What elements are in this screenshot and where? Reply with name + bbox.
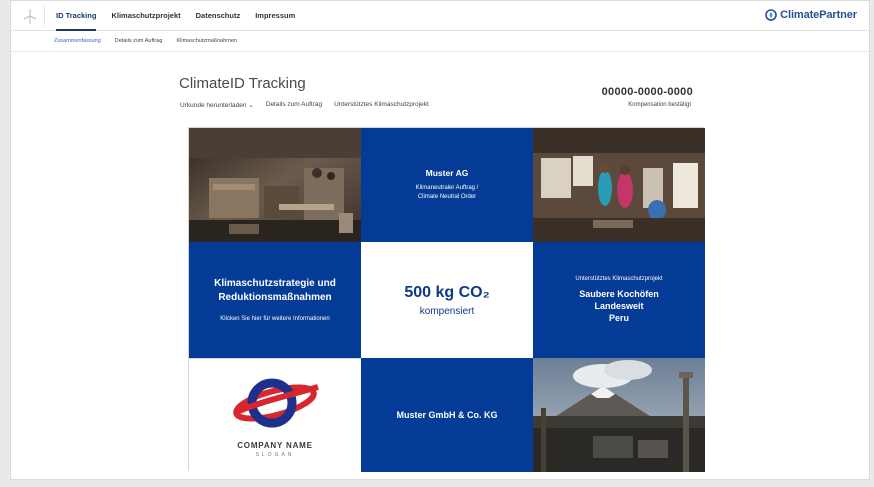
- tile-company-order[interactable]: Muster AG Klimaneutraler Auftrag / Clima…: [361, 128, 533, 242]
- gmbh-name: Muster GmbH & Co. KG: [396, 410, 498, 420]
- tile-co2-compensation: 500 kg CO₂ kompensiert: [361, 242, 533, 358]
- tile-company-logo: COMPANY NAME SLOGAN: [189, 358, 361, 472]
- strategy-hint: Klicken Sie hier für weitere Information…: [220, 315, 330, 322]
- strategy-title-line1: Klimaschutzstrategie und: [214, 277, 336, 289]
- page-links: Urkunde herunterladen ⌄ Details zum Auft…: [180, 101, 429, 109]
- tile-climate-strategy[interactable]: Klimaschutzstrategie und Reduktionsmaßna…: [189, 242, 361, 358]
- co2-amount: 500 kg CO₂: [404, 283, 490, 301]
- brand-logo[interactable]: ClimatePartner: [765, 9, 857, 21]
- order-details-link[interactable]: Details zum Auftrag: [266, 101, 322, 109]
- company-logo-icon: [233, 378, 319, 428]
- climate-id-number: 00000-0000-0000: [601, 86, 693, 98]
- order-type-line1: Klimaneutraler Auftrag /: [415, 185, 479, 191]
- climatepartner-icon: [765, 9, 777, 21]
- subnav-item-zusammenfassung[interactable]: Zusammenfassung: [54, 31, 101, 51]
- sub-navigation: Zusammenfassung Details zum Auftrag Klim…: [54, 31, 237, 51]
- order-type-line2: Climate Neutral Order: [417, 194, 477, 200]
- top-navigation-bar: ID Tracking Klimaschutzprojekt Datenschu…: [11, 1, 869, 31]
- co2-label: kompensiert: [419, 305, 475, 317]
- nav-item-impressum[interactable]: Impressum: [255, 1, 295, 31]
- project-region: Landesweit: [594, 301, 644, 311]
- supported-project-link[interactable]: Unterstütztes Klimaschutzprojekt: [334, 101, 429, 109]
- tile-supported-project[interactable]: Unterstütztes Klimaschutzprojekt Saubere…: [533, 242, 705, 358]
- project-caption: Unterstütztes Klimaschutzprojekt: [575, 276, 663, 282]
- company-name: Muster AG: [425, 168, 469, 178]
- main-nav: ID Tracking Klimaschutzprojekt Datenschu…: [56, 1, 295, 31]
- compensation-status: Kompensation bestätigt: [628, 102, 691, 108]
- logo-slogan: SLOGAN: [255, 452, 295, 458]
- nav-item-datenschutz[interactable]: Datenschutz: [196, 1, 241, 31]
- project-name: Saubere Kochöfen: [579, 289, 659, 299]
- subnav-item-details[interactable]: Details zum Auftrag: [115, 31, 163, 51]
- order-type: Klimaneutraler Auftrag / Climate Neutral…: [416, 184, 479, 202]
- nav-item-klimaschutzprojekt[interactable]: Klimaschutzprojekt: [111, 1, 180, 31]
- strategy-title-line2: Reduktionsmaßnahmen: [218, 291, 332, 303]
- project-country: Peru: [608, 313, 629, 323]
- tile-company-gmbh[interactable]: Muster GmbH & Co. KG: [361, 358, 533, 472]
- photo-volcano-landscape: [533, 358, 705, 472]
- download-certificate-link[interactable]: Urkunde herunterladen ⌄: [180, 101, 254, 109]
- photo-traditional-kitchen: [189, 128, 361, 242]
- windmill-logo-icon[interactable]: [15, 5, 45, 27]
- nav-item-id-tracking[interactable]: ID Tracking: [56, 1, 96, 31]
- brand-name: ClimatePartner: [780, 9, 857, 21]
- page-title: ClimateID Tracking: [179, 75, 306, 92]
- photo-people-cooking: [533, 128, 705, 242]
- summary-tile-grid: Muster AG Klimaneutraler Auftrag / Clima…: [188, 127, 705, 472]
- subnav-divider: [11, 51, 869, 52]
- subnav-item-klimaschutzmassnahmen[interactable]: Klimaschutzmaßnahmen: [176, 31, 237, 51]
- logo-company-name: COMPANY NAME: [237, 441, 313, 450]
